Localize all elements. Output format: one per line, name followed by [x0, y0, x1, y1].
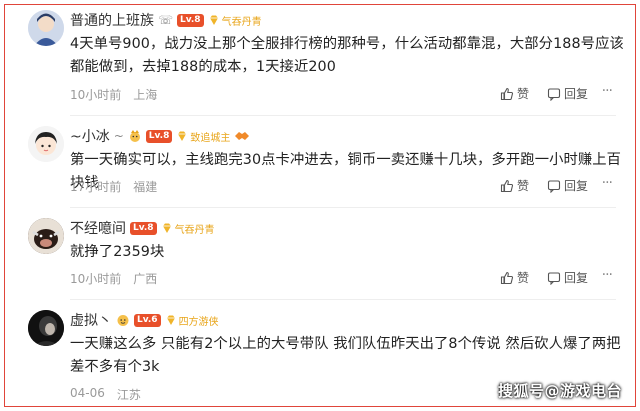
comment-actions: 赞 回复 — [500, 269, 588, 286]
comment-time: 04-06 — [70, 386, 105, 400]
name-row: 不经噫间 Lv.8 气吞丹青 — [70, 218, 215, 238]
comment-location: 江苏 — [116, 388, 141, 402]
name-row: ~小冰 ~ Lv.8 致追城主 — [70, 126, 250, 146]
gem-icon — [166, 315, 175, 325]
watermark: 搜狐号@游戏电台 — [497, 382, 622, 400]
title-badge-label: 致追城主 — [190, 132, 231, 144]
avatar[interactable] — [28, 126, 64, 162]
reply-icon — [547, 271, 561, 285]
title-badge-label: 气吞丹青 — [174, 224, 215, 236]
name-row: 普通的上班族 ☏ Lv.8 气吞丹青 — [70, 10, 262, 30]
username[interactable]: 不经噫间 — [70, 218, 126, 238]
more-options-icon[interactable]: ··· — [602, 175, 613, 191]
title-badge-label: 气吞丹青 — [221, 16, 262, 28]
level-badge: Lv.8 — [130, 221, 157, 235]
name-decoration: ~ — [113, 129, 124, 143]
title-badge: 四方游侠 — [165, 313, 219, 328]
character-icon — [117, 315, 129, 326]
phone-icon: ☏ — [158, 13, 174, 27]
like-label: 赞 — [516, 179, 529, 193]
comment-meta: 10小时前 上海 — [70, 86, 157, 103]
reply-label: 回复 — [563, 179, 588, 193]
comment-actions: 赞 回复 — [500, 85, 588, 102]
comment-time: 17小时前 — [70, 180, 122, 194]
comment-actions: 赞 回复 — [500, 177, 588, 194]
reply-icon — [547, 179, 561, 193]
name-row: 虚拟丶 Lv.6 四方游侠 — [70, 310, 219, 330]
divider — [70, 299, 616, 300]
like-button[interactable]: 赞 — [500, 177, 529, 194]
username[interactable]: ~小冰 — [70, 126, 110, 146]
reply-button[interactable]: 回复 — [547, 85, 588, 102]
like-button[interactable]: 赞 — [500, 269, 529, 286]
username[interactable]: 普通的上班族 — [70, 10, 154, 30]
comment-location: 上海 — [133, 88, 158, 102]
more-options-icon[interactable]: ··· — [602, 83, 613, 99]
gem-icon — [178, 131, 187, 141]
reply-button[interactable]: 回复 — [547, 177, 588, 194]
reply-button[interactable]: 回复 — [547, 269, 588, 286]
level-badge: Lv.6 — [134, 313, 161, 327]
reply-label: 回复 — [563, 271, 588, 285]
username[interactable]: 虚拟丶 — [70, 310, 112, 330]
reply-label: 回复 — [563, 87, 588, 101]
comment-time: 10小时前 — [70, 88, 122, 102]
comment-text: 就挣了2359块 — [70, 244, 165, 260]
comment-text: 4天单号900，战力没上那个全服排行榜的那种号，什么活动都靠混，大部分188号应… — [70, 36, 624, 75]
level-badge: Lv.8 — [145, 129, 173, 143]
handshake-icon — [235, 132, 250, 140]
thumbs-up-icon — [500, 179, 514, 192]
comment-meta: 04-06 江苏 — [70, 386, 141, 403]
like-label: 赞 — [516, 271, 529, 285]
title-badge-label: 四方游侠 — [178, 316, 219, 328]
thumbs-up-icon — [500, 271, 514, 284]
avatar[interactable] — [28, 310, 64, 346]
comment-text: 一天赚这么多 只能有2个以上的大号带队 我们队伍昨天出了8个传说 然后砍人爆了两… — [70, 336, 621, 375]
like-button[interactable]: 赞 — [500, 85, 529, 102]
comment-meta: 10小时前 广西 — [70, 270, 157, 287]
level-badge: Lv.8 — [177, 13, 204, 27]
gem-icon — [209, 15, 218, 25]
gem-icon — [162, 223, 171, 233]
title-badge: 致追城主 — [176, 129, 230, 144]
reply-icon — [547, 87, 561, 101]
title-badge: 气吞丹青 — [208, 13, 262, 28]
like-label: 赞 — [516, 87, 529, 101]
comment-meta: 17小时前 福建 — [70, 178, 157, 195]
character-icon — [129, 130, 140, 142]
avatar[interactable] — [28, 218, 64, 254]
comment-location: 广西 — [133, 272, 158, 286]
divider — [70, 115, 616, 116]
avatar[interactable] — [28, 10, 64, 46]
thumbs-up-icon — [500, 87, 514, 100]
divider — [70, 207, 616, 208]
comment-location: 福建 — [133, 180, 158, 194]
more-options-icon[interactable]: ··· — [602, 267, 613, 283]
title-badge: 气吞丹青 — [161, 221, 215, 236]
comment-time: 10小时前 — [70, 272, 122, 286]
